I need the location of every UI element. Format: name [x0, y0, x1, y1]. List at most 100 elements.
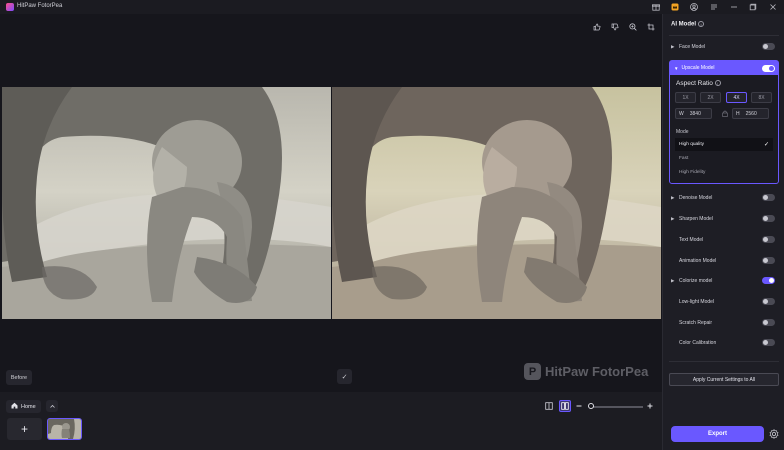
maximize-icon[interactable]: [748, 2, 758, 12]
before-image: [2, 87, 331, 319]
check-icon: ✓: [763, 142, 769, 148]
app-title: HitPaw FotorPea: [17, 3, 63, 9]
mode-fast[interactable]: Fast: [675, 152, 773, 165]
image-thumbnail[interactable]: [47, 418, 82, 440]
colorize-model-toggle[interactable]: [762, 277, 775, 284]
lowlight-model-label: Low-light Model: [679, 299, 715, 305]
face-model-toggle[interactable]: [762, 43, 775, 50]
scratch-repair-toggle[interactable]: [762, 319, 775, 326]
aspect-ratio-text: Aspect Ratio: [676, 80, 713, 87]
home-icon: [11, 402, 18, 411]
zoom-in-icon[interactable]: [628, 22, 638, 32]
minus-icon: [576, 405, 582, 407]
zoom-slider-track[interactable]: [591, 406, 643, 408]
mode-label: Mode: [676, 129, 689, 135]
text-model-toggle[interactable]: [762, 236, 775, 243]
denoise-model-label: Denoise Model: [679, 195, 713, 201]
zoom-out-button[interactable]: [573, 400, 585, 412]
upscale-model-section: ▼ Upscale Model Aspect Ratio i 1X 2X 4X 8…: [669, 60, 779, 184]
watermark-text: HitPaw FotorPea: [545, 364, 649, 379]
gear-icon[interactable]: [768, 428, 779, 439]
upscale-model-toggle[interactable]: [762, 64, 775, 72]
panel-title: AI Model i: [671, 21, 704, 28]
scratch-repair-row[interactable]: Scratch Repair: [671, 317, 777, 329]
crop-icon[interactable]: [646, 22, 656, 32]
gift-icon[interactable]: [651, 2, 661, 12]
after-image: [332, 87, 661, 319]
scale-8x-button[interactable]: 8X: [751, 92, 772, 103]
height-label: H: [736, 110, 740, 117]
mode-high-fidelity[interactable]: High Fidelity: [675, 166, 773, 179]
split-view-button[interactable]: [559, 400, 571, 412]
thumbs-down-icon[interactable]: [610, 22, 620, 32]
denoise-model-toggle[interactable]: [762, 194, 775, 201]
mode-high-quality[interactable]: High quality ✓: [675, 138, 773, 151]
single-view-button[interactable]: [543, 400, 555, 412]
preview-canvas: Before ✓ P HitPaw FotorPea: [0, 14, 662, 392]
aspect-info-icon[interactable]: i: [714, 80, 721, 87]
upscale-model-header[interactable]: ▼ Upscale Model: [670, 61, 778, 75]
lowlight-model-toggle[interactable]: [762, 298, 775, 305]
text-model-row[interactable]: Text Model: [671, 234, 777, 246]
caret-right-icon: ▶: [671, 216, 675, 221]
color-calibration-toggle[interactable]: [762, 339, 775, 346]
colorize-model-label: Colorize model: [679, 278, 713, 284]
apply-to-all-button[interactable]: Apply Current Settings to All: [669, 373, 779, 386]
upscale-model-label: Upscale Model: [681, 65, 715, 71]
bottom-bar: Home +: [0, 392, 662, 450]
add-image-button[interactable]: +: [7, 418, 42, 440]
mode-high-quality-label: High quality: [679, 142, 705, 147]
account-icon[interactable]: [689, 2, 699, 12]
watermark: P HitPaw FotorPea: [524, 363, 648, 380]
divider: [669, 35, 779, 36]
premium-icon[interactable]: [670, 2, 680, 12]
animation-model-row[interactable]: Animation Model: [671, 255, 777, 267]
divider: [669, 361, 779, 362]
denoise-model-row[interactable]: ▶ Denoise Model: [671, 192, 777, 204]
close-icon[interactable]: [768, 2, 778, 12]
width-label: W: [679, 110, 684, 117]
face-model-label: Face Model: [679, 44, 706, 50]
watermark-logo-icon: P: [524, 363, 541, 380]
caret-right-icon: ▶: [671, 278, 675, 283]
zoom-in-button[interactable]: [644, 400, 656, 412]
color-calibration-row[interactable]: Color Calibration: [671, 337, 777, 349]
thumbs-up-icon[interactable]: [592, 22, 602, 32]
lock-icon[interactable]: [722, 110, 728, 119]
app-logo-icon: [6, 3, 14, 11]
menu-icon[interactable]: [709, 2, 719, 12]
animation-model-toggle[interactable]: [762, 257, 775, 264]
colorize-model-row[interactable]: ▶ Colorize model: [671, 275, 777, 287]
minimize-icon[interactable]: [729, 2, 739, 12]
ai-model-panel: AI Model i ▶ Face Model ▼ Upscale Model A…: [662, 14, 784, 450]
color-calibration-label: Color Calibration: [679, 340, 717, 346]
caret-right-icon: ▶: [671, 44, 675, 49]
caret-down-icon: ▼: [674, 65, 679, 71]
scale-1x-button[interactable]: 1X: [675, 92, 696, 103]
home-tab[interactable]: Home: [6, 400, 41, 413]
sharpen-model-toggle[interactable]: [762, 215, 775, 222]
width-value: 3840: [689, 110, 701, 117]
caret-right-icon: ▶: [671, 195, 675, 200]
before-button[interactable]: Before: [6, 370, 32, 385]
sharpen-model-row[interactable]: ▶ Sharpen Model: [671, 213, 777, 225]
scale-4x-button[interactable]: 4X: [726, 92, 747, 103]
export-button[interactable]: Export: [671, 426, 764, 442]
text-model-label: Text Model: [679, 237, 704, 243]
face-model-row[interactable]: ▶ Face Model: [671, 41, 777, 53]
chevron-up-icon: [49, 404, 55, 408]
height-field[interactable]: H 2560: [732, 108, 769, 119]
height-value: 2560: [745, 110, 757, 117]
sharpen-model-label: Sharpen Model: [679, 216, 713, 222]
lowlight-model-row[interactable]: Low-light Model: [671, 296, 777, 308]
info-icon[interactable]: i: [698, 21, 704, 27]
zoom-slider-handle[interactable]: [588, 403, 594, 409]
width-field[interactable]: W 3840: [675, 108, 712, 119]
animation-model-label: Animation Model: [679, 258, 717, 264]
mode-list: High quality ✓ Fast High Fidelity: [675, 138, 773, 180]
compare-check-button[interactable]: ✓: [337, 369, 352, 384]
title-bar: HitPaw FotorPea: [0, 0, 784, 14]
panel-title-text: AI Model: [671, 21, 696, 28]
scale-2x-button[interactable]: 2X: [700, 92, 721, 103]
collapse-button[interactable]: [46, 400, 58, 412]
